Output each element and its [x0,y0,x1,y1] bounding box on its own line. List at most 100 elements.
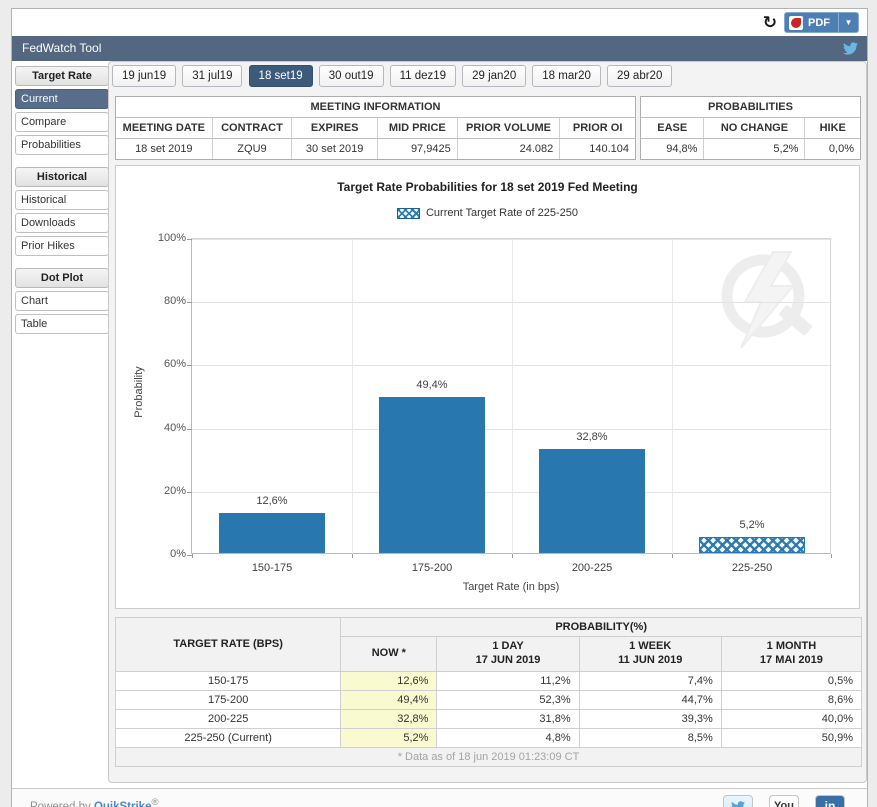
now-value: 5,2% [341,728,437,747]
bar-value-label: 12,6% [192,495,352,507]
table-row: 175-200 49,4% 52,3% 44,7% 8,6% [116,690,862,709]
linkedin-icon[interactable]: in [815,795,845,807]
y-tick-label: 60% [146,358,186,370]
y-tick-label: 100% [146,232,186,244]
probability-group-header: PROBABILITY(%) [341,618,862,637]
top-toolbar: ↻ PDF ▼ [12,9,867,36]
twitter-icon[interactable] [842,41,859,56]
day-value: 52,3% [437,690,579,709]
y-tick-label: 0% [146,548,186,560]
mid-price-value: 97,9425 [378,139,458,159]
tab-30out19[interactable]: 30 out19 [319,65,384,87]
month-value: 8,6% [721,690,861,709]
month-value: 50,9% [721,728,861,747]
col-header-meeting-date: MEETING DATE [116,118,213,139]
x-tick-label: 200-225 [512,562,672,574]
y-tick-label: 80% [146,295,186,307]
col-header-hike: HIKE [805,118,860,139]
month-value: 0,5% [721,671,861,690]
tab-19jun19[interactable]: 19 jun19 [112,65,176,87]
youtube-icon[interactable]: You [769,795,799,807]
table-row: 200-225 32,8% 31,8% 39,3% 40,0% [116,709,862,728]
bar-value-label: 32,8% [512,431,672,443]
bar-175-200 [379,397,485,553]
sidebar-item-current[interactable]: Current [15,89,109,109]
sidebar-header-dot-plot[interactable]: Dot Plot [15,268,109,288]
prior-volume-value: 24.082 [458,139,561,159]
x-axis-title: Target Rate (in bps) [191,581,831,593]
col-header-1-month: 1 MONTH17 MAI 2019 [721,637,861,672]
sidebar-item-prior-hikes[interactable]: Prior Hikes [15,236,109,256]
x-tick-mark [831,554,832,558]
main-panel: 19 jun19 31 jul19 18 set19 30 out19 11 d… [108,61,867,783]
col-header-1-week: 1 WEEK11 JUN 2019 [579,637,721,672]
row-label: 175-200 [116,690,341,709]
probability-chart: Target Rate Probabilities for 18 set 201… [115,165,860,609]
pdf-button[interactable]: PDF [784,12,839,33]
chart-legend[interactable]: Current Target Rate of 225-250 [116,207,859,219]
pdf-file-icon [789,16,803,30]
bar-value-label: 5,2% [672,519,832,531]
pdf-dropdown-button[interactable]: ▼ [839,12,859,33]
x-tick-label: 225-250 [672,562,832,574]
table-row: 150-175 12,6% 11,2% 7,4% 0,5% [116,671,862,690]
week-value: 39,3% [579,709,721,728]
x-tick-mark [672,554,673,558]
meeting-date-value: 18 set 2019 [116,139,213,159]
twitter-social-icon[interactable] [723,795,753,807]
caret-down-icon: ▼ [845,18,853,27]
tab-31jul19[interactable]: 31 jul19 [182,65,242,87]
ease-value: 94,8% [641,139,704,159]
tab-29abr20[interactable]: 29 abr20 [607,65,672,87]
bar-value-label: 49,4% [352,379,512,391]
quikstrike-link[interactable]: QuikStrike [94,801,152,807]
sidebar-item-chart[interactable]: Chart [15,291,109,311]
week-value: 7,4% [579,671,721,690]
row-label: 225-250 (Current) [116,728,341,747]
sidebar-header-target-rate[interactable]: Target Rate [15,66,109,86]
meeting-tabs: 19 jun19 31 jul19 18 set19 30 out19 11 d… [109,62,866,92]
v-gridline [512,239,513,555]
sidebar-item-probabilities[interactable]: Probabilities [15,135,109,155]
page-title: FedWatch Tool [22,41,101,55]
tab-18mar20[interactable]: 18 mar20 [532,65,601,87]
x-tick-label: 175-200 [352,562,512,574]
legend-label: Current Target Rate of 225-250 [426,207,578,219]
meeting-information-title: MEETING INFORMATION [116,97,635,118]
plot-area: 0%20%40%60%80%100%12,6%150-17549,4%175-2… [191,238,831,554]
y-tick-label: 40% [146,422,186,434]
col-header-mid-price: MID PRICE [378,118,458,139]
col-header-prior-volume: PRIOR VOLUME [458,118,561,139]
sidebar-item-historical[interactable]: Historical [15,190,109,210]
sidebar-item-compare[interactable]: Compare [15,112,109,132]
prior-oi-value: 140.104 [560,139,635,159]
chart-title: Target Rate Probabilities for 18 set 201… [116,180,859,194]
x-tick-mark [512,554,513,558]
probabilities-summary-table: PROBABILITIES EASE NO CHANGE HIKE 94,8% … [640,96,861,160]
row-label: 150-175 [116,671,341,690]
twitter-bird-icon [730,800,746,807]
titlebar: FedWatch Tool [12,36,867,61]
tab-11dez19[interactable]: 11 dez19 [390,65,456,87]
now-value: 32,8% [341,709,437,728]
v-gridline [352,239,353,555]
registered-mark: ® [151,797,158,807]
col-header-prior-oi: PRIOR OI [560,118,635,139]
sidebar-item-downloads[interactable]: Downloads [15,213,109,233]
sidebar-item-table[interactable]: Table [15,314,109,334]
hike-value: 0,0% [805,139,860,159]
row-label: 200-225 [116,709,341,728]
col-header-contract: CONTRACT [213,118,293,139]
target-rate-bps-header: TARGET RATE (BPS) [116,618,341,672]
data-as-of-note: * Data as of 18 jun 2019 01:23:09 CT [116,747,862,766]
fedwatch-page: ↻ PDF ▼ FedWatch Tool Target Rate Curren… [11,8,868,807]
probability-table: TARGET RATE (BPS) PROBABILITY(%) NOW * 1… [115,617,862,767]
week-value: 8,5% [579,728,721,747]
table-row: 225-250 (Current) 5,2% 4,8% 8,5% 50,9% [116,728,862,747]
refresh-icon[interactable]: ↻ [763,13,777,33]
sidebar: Target Rate Current Compare Probabilitie… [14,66,110,337]
sidebar-header-historical[interactable]: Historical [15,167,109,187]
tab-29jan20[interactable]: 29 jan20 [462,65,526,87]
probabilities-title: PROBABILITIES [641,97,860,118]
tab-18set19[interactable]: 18 set19 [249,65,313,87]
